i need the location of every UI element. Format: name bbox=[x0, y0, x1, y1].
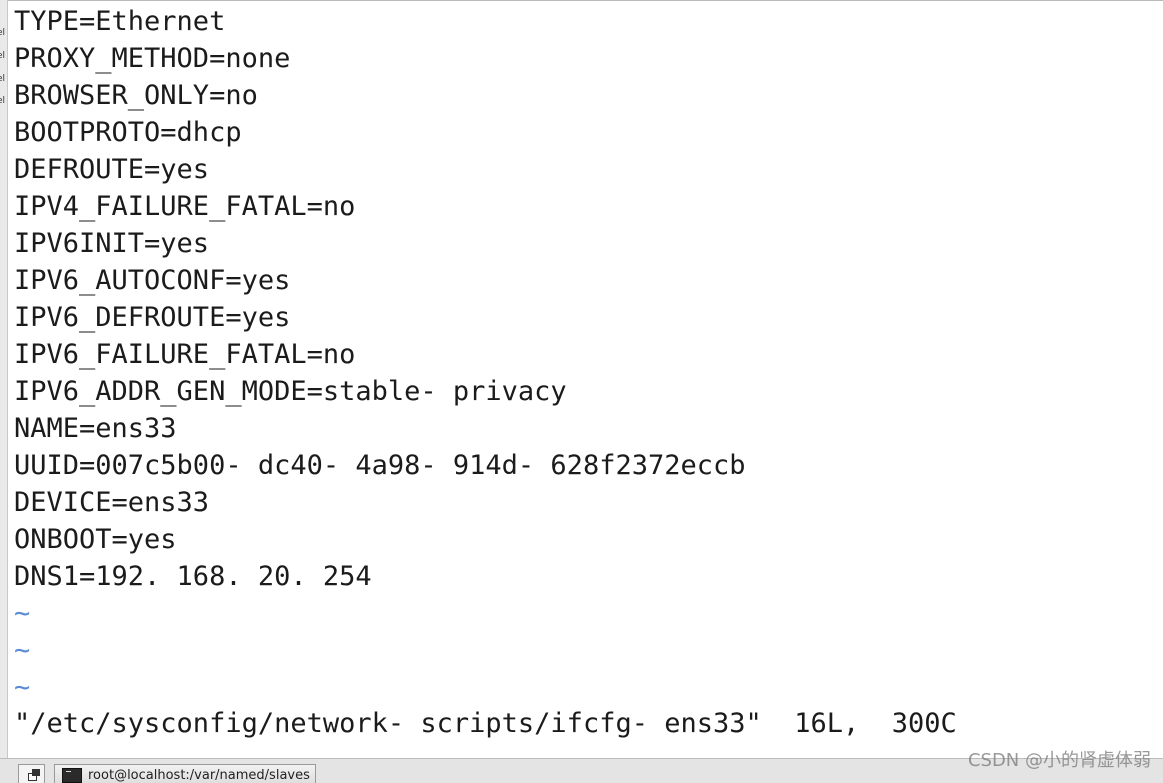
left-window-edge: el el el el bbox=[0, 0, 8, 758]
config-line-ipv6-failure-fatal: IPV6_FAILURE_FATAL=no bbox=[14, 339, 356, 370]
vi-status-line: "/etc/sysconfig/network- scripts/ifcfg- … bbox=[14, 708, 957, 739]
taskbar-terminal-window-button[interactable]: root@localhost:/var/named/slaves bbox=[54, 764, 316, 783]
config-line-ipv6-defroute: IPV6_DEFROUTE=yes bbox=[14, 302, 291, 333]
config-line-dns1: DNS1=192. 168. 20. 254 bbox=[14, 561, 372, 592]
config-line-type: TYPE=Ethernet bbox=[14, 6, 226, 37]
terminal-vi-editor[interactable]: TYPE=Ethernet PROXY_METHOD=none BROWSER_… bbox=[14, 3, 1159, 758]
gutter-fragment: el bbox=[0, 96, 6, 106]
config-line-bootproto: BOOTPROTO=dhcp bbox=[14, 117, 242, 148]
show-desktop-icon[interactable] bbox=[18, 764, 45, 783]
empty-line-tilde: ~ bbox=[14, 672, 31, 703]
config-line-device: DEVICE=ens33 bbox=[14, 487, 210, 518]
window-shape bbox=[32, 769, 40, 776]
empty-line-tilde: ~ bbox=[14, 635, 31, 666]
config-line-ipv6-addr-gen-mode: IPV6_ADDR_GEN_MODE=stable- privacy bbox=[14, 376, 567, 407]
empty-line-tilde: ~ bbox=[14, 598, 31, 629]
terminal-icon bbox=[62, 768, 82, 783]
config-line-proxy-method: PROXY_METHOD=none bbox=[14, 43, 291, 74]
gutter-fragment: el bbox=[0, 74, 6, 84]
config-line-name: NAME=ens33 bbox=[14, 413, 177, 444]
taskbar-window-title: root@localhost:/var/named/slaves bbox=[88, 768, 310, 783]
config-line-browser-only: BROWSER_ONLY=no bbox=[14, 80, 258, 111]
config-line-ipv6init: IPV6INIT=yes bbox=[14, 228, 210, 259]
config-line-uuid: UUID=007c5b00- dc40- 4a98- 914d- 628f237… bbox=[14, 450, 746, 481]
config-line-ipv4-failure-fatal: IPV4_FAILURE_FATAL=no bbox=[14, 191, 356, 222]
config-line-defroute: DEFROUTE=yes bbox=[14, 154, 210, 185]
gutter-fragment: el bbox=[0, 28, 6, 38]
top-border bbox=[8, 0, 1163, 1]
csdn-watermark: CSDN @小的肾虚体弱 bbox=[967, 750, 1151, 771]
config-line-ipv6-autoconf: IPV6_AUTOCONF=yes bbox=[14, 265, 291, 296]
config-line-onboot: ONBOOT=yes bbox=[14, 524, 177, 555]
gutter-fragment: el bbox=[0, 51, 6, 61]
